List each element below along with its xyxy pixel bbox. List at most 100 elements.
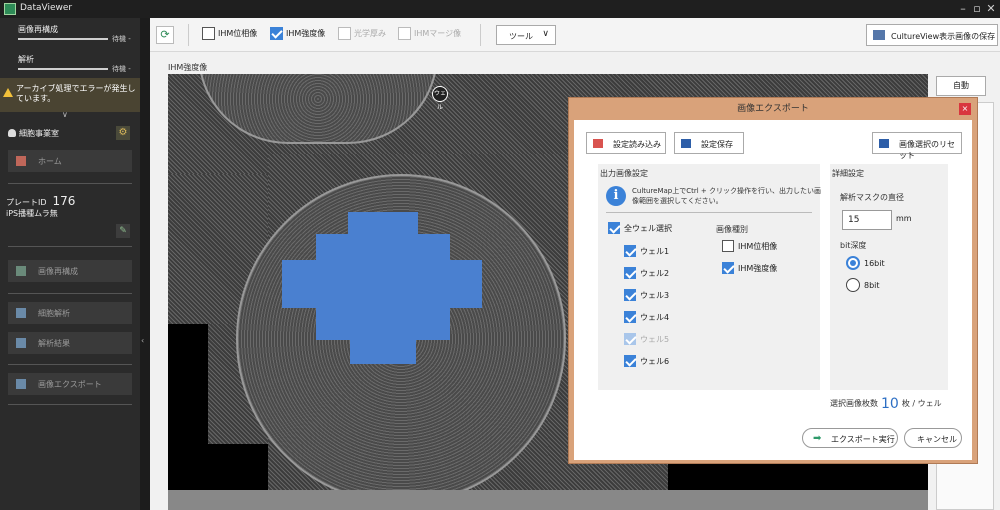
restore-icon[interactable]: ▫ [970,2,984,16]
selected-region [316,306,450,340]
checkbox-label: ウェル4 [640,312,670,322]
job-name: 解析 [18,55,34,64]
close-icon[interactable]: ✕ [984,2,998,16]
sidebar: 画像再構成 待機 - 解析 待機 - アーカイブ処理でエラーが発生しています。 … [0,18,140,510]
reset-icon [879,139,889,148]
export-icon [16,379,26,389]
chevron-down-icon[interactable]: ∨ [62,110,68,119]
chevron-left-icon: ‹ [141,336,145,345]
home-button[interactable]: ホーム [8,150,132,172]
bit-8-radio[interactable]: 8bit [846,278,880,294]
section-title: 出力画像設定 [600,169,648,178]
toggle-label: 光学厚み [354,29,386,38]
monitor-icon [873,30,885,40]
minimize-icon[interactable]: – [956,2,970,16]
well-4-checkbox[interactable]: ウェル4 [624,311,669,325]
divider [480,24,481,46]
app-icon [4,3,16,15]
gear-icon[interactable]: ⚙ [116,126,130,140]
info-box: i CultureMap上でCtrl + クリック操作を行い、出力したい画像範囲… [606,184,821,210]
radio-icon [846,278,860,292]
checkbox-label: ウェル2 [640,268,670,278]
error-banner[interactable]: アーカイブ処理でエラーが発生しています。 [0,78,140,112]
sidebar-item-cell-analysis[interactable]: 細胞解析 [8,302,132,324]
checkbox-icon [624,355,636,367]
checkbox-label: 全ウェル選択 [624,223,672,233]
load-settings-button[interactable]: 設定読み込み [586,132,666,154]
checkbox-label: ウェル3 [640,290,670,300]
sidebar-item-label: 画像再構成 [38,267,78,276]
checkbox-icon [624,245,636,257]
type-ihm-phase-checkbox[interactable]: IHM位相像 [722,240,777,254]
sidebar-collapse-handle[interactable]: ‹ [140,18,150,510]
reset-selection-button[interactable]: 画像選択のリセット [872,132,962,160]
checkbox-icon [722,262,734,274]
sidebar-item-results[interactable]: 解析結果 [8,332,132,354]
dialog-body: 設定読み込み 設定保存 画像選択のリセット 出力画像設定 i CultureMa… [574,120,972,460]
button-label: 設定読み込み [613,140,661,149]
export-button[interactable]: ➡ エクスポート実行 [802,428,898,448]
selected-region [350,338,416,364]
save-button-label: CultureView表示画像の保存 [891,32,996,41]
section-title: 詳細設定 [832,169,864,178]
well-5-checkbox[interactable]: ウェル5 [624,333,669,347]
toggle-ihm-phase[interactable]: IHM位相像 [202,27,257,43]
well-2-checkbox[interactable]: ウェル2 [624,267,669,281]
divider [8,404,132,405]
bit-16-radio[interactable]: 16bit [846,256,885,272]
output-settings-panel: 出力画像設定 i CultureMap上でCtrl + クリック操作を行い、出力… [598,164,821,390]
selected-region [316,234,450,262]
sidebar-item-image-export[interactable]: 画像エクスポート [8,373,132,395]
plate-id-label: プレートID [6,198,47,207]
user-label: 細胞事業室 [19,129,59,138]
close-button[interactable]: × [959,103,971,115]
save-settings-button[interactable]: 設定保存 [674,132,744,154]
toolbar: ⟳ IHM位相像 IHM強度像 光学厚み IHMマージ像 ツール ∨ Cultu… [150,18,1000,52]
reconstruction-icon [16,266,26,276]
count-suffix: 枚 / ウェル [901,399,942,408]
refresh-button[interactable]: ⟳ [156,26,174,44]
selected-image-count: 選択画像枚数 10 枚 / ウェル [830,396,942,412]
load-icon [593,139,603,148]
divider [8,246,132,247]
edit-icon[interactable]: ✎ [116,224,130,238]
button-label: キャンセル [917,435,957,444]
select-all-wells-checkbox[interactable]: 全ウェル選択 [608,222,672,236]
app-title: DataViewer [20,3,73,13]
divider [8,293,132,294]
tool-dropdown[interactable]: ツール ∨ [496,25,556,45]
type-ihm-intensity-checkbox[interactable]: IHM強度像 [722,262,777,276]
cancel-button[interactable]: キャンセル [904,428,962,448]
auto-button[interactable]: 自動 [936,76,986,96]
button-label: 画像選択のリセット [899,140,955,160]
job-status: 待機 - [112,65,131,73]
plate-id-value: 176 [52,194,76,208]
job-progress-bar [18,68,108,70]
well-1-checkbox[interactable]: ウェル1 [624,245,669,259]
radio-label: 16bit [864,258,885,268]
checkbox-icon [270,27,283,40]
sidebar-item-label: 画像エクスポート [38,380,102,389]
divider [188,24,189,46]
mask-diameter-label: 解析マスクの直径 [840,193,904,202]
arrow-right-icon: ➡ [813,433,822,444]
checkbox-icon [624,333,636,345]
info-icon: i [606,186,626,206]
toggle-ihm-intensity[interactable]: IHM強度像 [270,27,325,43]
mask-diameter-input[interactable]: 15 [842,210,892,230]
checkbox-icon [398,27,411,40]
toggle-ihm-merge[interactable]: IHMマージ像 [398,27,461,43]
toggle-optical-thickness[interactable]: 光学厚み [338,27,386,43]
well-badge[interactable]: ウェル [432,86,448,111]
button-label: 設定保存 [701,140,733,149]
save-cultureview-image-button[interactable]: CultureView表示画像の保存 [866,24,998,46]
well-6-checkbox[interactable]: ウェル6 [624,355,669,369]
job-name: 画像再構成 [18,25,58,34]
well-3-checkbox[interactable]: ウェル3 [624,289,669,303]
home-icon [16,156,26,166]
horizontal-scrollbar[interactable] [168,490,928,510]
export-dialog: 画像エクスポート × 設定読み込み 設定保存 画像選択のリセット 出力画像設定 … [568,97,978,464]
checkbox-icon [608,222,620,234]
job-reconstruction: 画像再構成 待機 - [0,20,140,48]
sidebar-item-reconstruction[interactable]: 画像再構成 [8,260,132,282]
